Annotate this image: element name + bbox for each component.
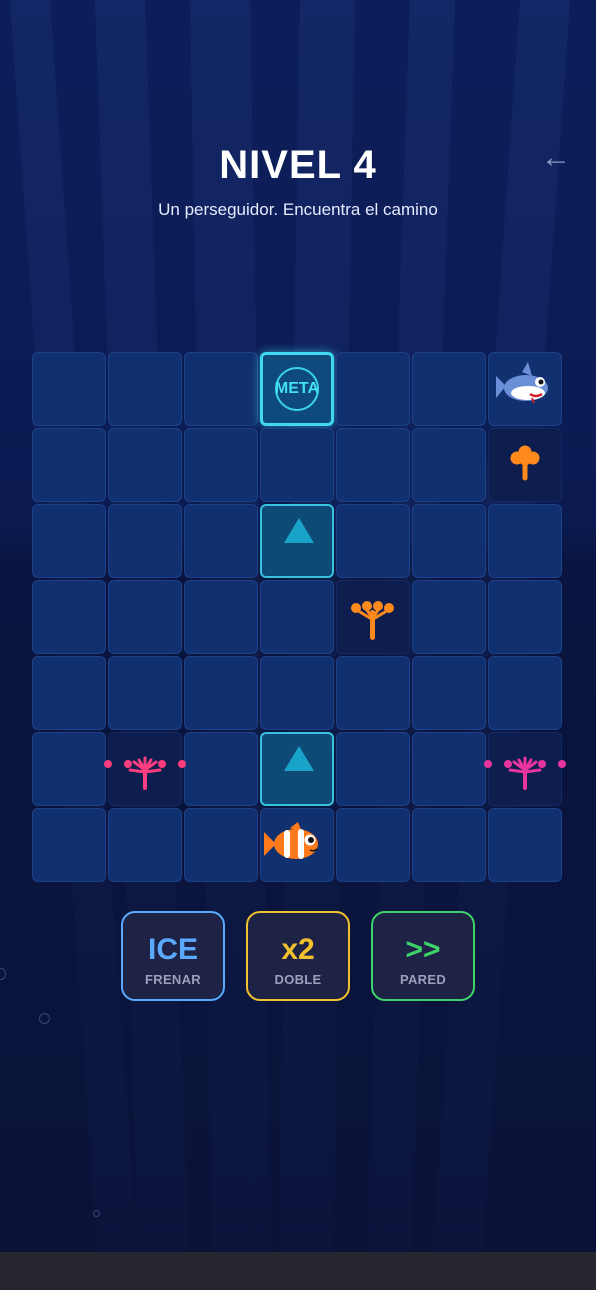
board-cell[interactable] (32, 580, 106, 654)
board-cell[interactable] (32, 732, 106, 806)
board-cell[interactable] (32, 504, 106, 578)
board-cell[interactable] (184, 580, 258, 654)
board-cell[interactable] (184, 504, 258, 578)
powerup-wall-symbol: >> (405, 933, 441, 966)
board-cell[interactable] (336, 808, 410, 882)
arrow-up-icon (284, 518, 314, 543)
arrow-up-icon (284, 746, 314, 771)
board-cell[interactable] (32, 352, 106, 426)
board-cell[interactable] (260, 656, 334, 730)
arrow-up-tile[interactable] (260, 732, 334, 806)
clownfish-icon (264, 822, 318, 859)
board-cell[interactable] (412, 656, 486, 730)
game-board: META (32, 352, 566, 884)
board-cell[interactable] (336, 428, 410, 502)
level-subtitle: Un perseguidor. Encuentra el camino (158, 200, 438, 219)
board-cell[interactable] (336, 352, 410, 426)
shark-icon (496, 362, 548, 404)
bubble (0, 968, 6, 980)
pink-anemone-icon (484, 756, 566, 790)
board-cell[interactable] (412, 808, 486, 882)
board-cell[interactable] (32, 808, 106, 882)
board-cell[interactable] (108, 504, 182, 578)
board-cell[interactable] (32, 656, 106, 730)
goal-label: META (274, 380, 320, 397)
powerup-ice-symbol: ICE (147, 933, 198, 966)
board-cell[interactable] (184, 732, 258, 806)
board-cell[interactable] (488, 504, 562, 578)
orange-coral-icon (510, 445, 540, 481)
goal-tile[interactable]: META (260, 352, 334, 426)
board-cell[interactable] (184, 352, 258, 426)
board-cell[interactable] (488, 656, 562, 730)
level-title: NIVEL 4 (219, 143, 377, 187)
board-cell[interactable] (488, 808, 562, 882)
powerup-wall-button[interactable]: >> PARED (371, 911, 475, 1001)
board-cell[interactable] (412, 580, 486, 654)
board-cell[interactable] (412, 504, 486, 578)
board-cell[interactable] (412, 732, 486, 806)
back-arrow-icon[interactable]: ← (538, 140, 574, 176)
board-cell[interactable] (412, 352, 486, 426)
board-cell[interactable] (412, 428, 486, 502)
powerup-ice-label: FRENAR (145, 972, 201, 987)
bubble (39, 1013, 50, 1024)
orange-coral-icon (351, 601, 394, 640)
board-cell[interactable] (108, 428, 182, 502)
board-cell[interactable] (108, 580, 182, 654)
bubble (93, 1210, 100, 1217)
board-cell[interactable] (336, 732, 410, 806)
pink-anemone-icon (104, 756, 186, 790)
powerup-ice-button[interactable]: ICE FRENAR (121, 911, 225, 1001)
board-cell[interactable] (108, 352, 182, 426)
board-cell[interactable] (32, 428, 106, 502)
powerup-wall-label: PARED (399, 972, 447, 987)
board-cell[interactable] (184, 428, 258, 502)
board-cell[interactable] (488, 580, 562, 654)
bottom-bar (0, 1252, 596, 1290)
arrow-up-tile[interactable] (260, 504, 334, 578)
board-cell[interactable] (108, 808, 182, 882)
powerup-double-symbol: x2 (281, 933, 315, 966)
board-cell[interactable] (184, 656, 258, 730)
board-cell[interactable] (260, 428, 334, 502)
board-cell[interactable] (260, 580, 334, 654)
powerup-bar: ICE FRENAR x2 DOBLE >> PARED (121, 911, 475, 1001)
board-cell[interactable] (184, 808, 258, 882)
powerup-double-label: DOBLE (274, 972, 322, 987)
board-cell[interactable] (336, 504, 410, 578)
board-cell[interactable] (336, 656, 410, 730)
board-cell[interactable] (108, 656, 182, 730)
powerup-double-button[interactable]: x2 DOBLE (246, 911, 350, 1001)
